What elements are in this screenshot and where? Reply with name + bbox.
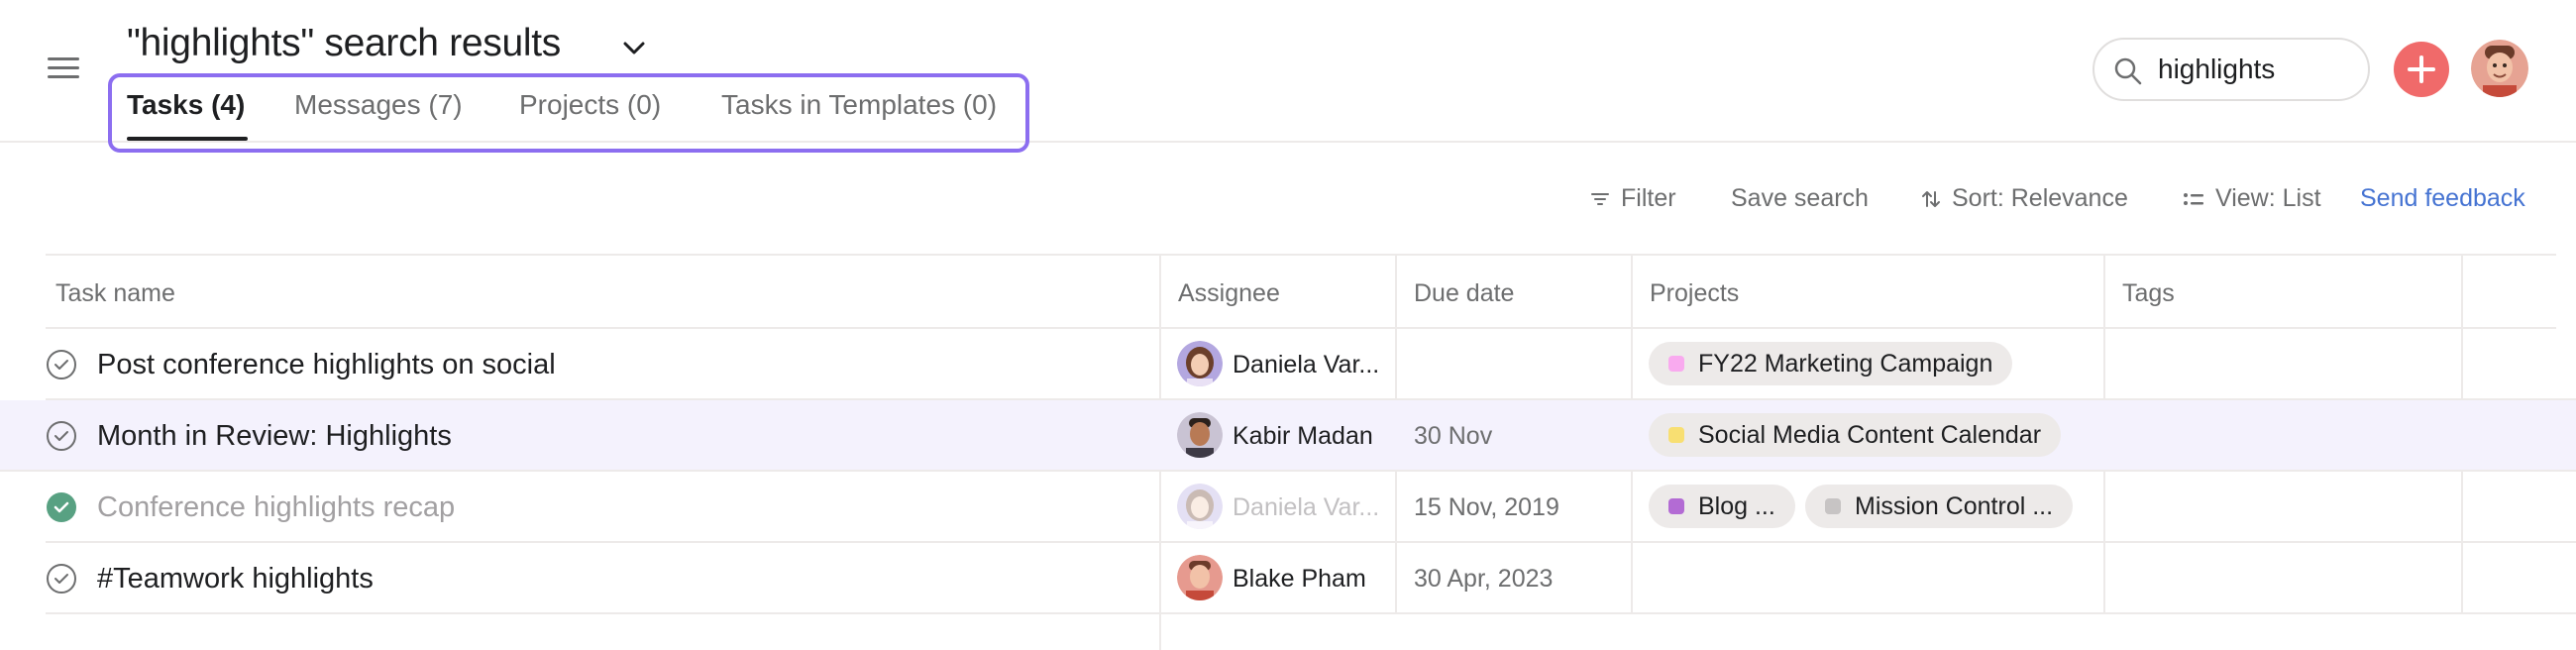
project-color-swatch [1668,498,1684,514]
completed-check-icon[interactable] [46,491,77,523]
task-name[interactable]: #Teamwork highlights [97,563,374,596]
filter-label: Filter [1621,184,1676,212]
assignee-avatar [1177,555,1223,600]
project-color-swatch [1668,356,1684,372]
tab-tasks-in-templates[interactable]: Tasks in Templates (0) [721,89,997,121]
task-name[interactable]: Post conference highlights on social [97,349,556,381]
project-label: Mission Control ... [1855,491,2054,520]
add-button[interactable] [2394,42,2449,97]
save-search-label: Save search [1731,184,1869,212]
view-label: View: List [2215,184,2321,212]
assignee-name[interactable]: Daniela Var... [1233,493,1379,522]
due-date[interactable]: 30 Apr, 2023 [1414,565,1553,594]
column-header-tags[interactable]: Tags [2122,279,2175,308]
incomplete-check-icon[interactable] [46,420,77,452]
search-icon [2114,57,2142,85]
assignee-avatar [1177,341,1223,386]
sort-button[interactable]: Sort: Relevance [1920,184,2128,213]
table-header: Task name Assignee Due date Projects Tag… [46,254,2556,329]
view-button[interactable]: View: List [2182,184,2321,213]
sort-label: Sort: Relevance [1952,184,2128,212]
column-header-projects[interactable]: Projects [1650,279,1739,308]
assignee-avatar [1177,412,1223,458]
incomplete-check-icon[interactable] [46,349,77,380]
due-date[interactable]: 15 Nov, 2019 [1414,493,1559,522]
project-color-swatch [1668,427,1684,443]
search-input[interactable] [2158,54,2356,85]
sort-icon [1922,190,1940,207]
chevron-down-icon[interactable] [616,30,652,65]
table-row[interactable]: Post conference highlights on social Dan… [46,329,2576,400]
project-pill[interactable]: Mission Control ... [1805,485,2074,528]
user-avatar[interactable] [2471,40,2528,97]
hamburger-menu-icon[interactable] [44,52,83,87]
search-box[interactable] [2093,38,2370,101]
project-pill[interactable]: Blog ... [1649,485,1795,528]
due-date[interactable]: 30 Nov [1414,422,1492,451]
assignee-avatar [1177,484,1223,529]
page-header: "highlights" search results Tasks (4) Me… [0,0,2576,153]
assignee-name[interactable]: Blake Pham [1233,565,1366,594]
column-header-task-name[interactable]: Task name [55,279,175,308]
incomplete-check-icon[interactable] [46,563,77,595]
column-header-due-date[interactable]: Due date [1414,279,1514,308]
project-label: Blog ... [1698,491,1775,520]
project-label: Social Media Content Calendar [1698,420,2042,449]
save-search-button[interactable]: Save search [1731,184,1869,213]
send-feedback-label: Send feedback [2360,184,2525,212]
list-view-icon [2184,192,2203,205]
tab-projects[interactable]: Projects (0) [519,89,661,121]
page-title: "highlights" search results [127,22,561,64]
send-feedback-link[interactable]: Send feedback [2360,184,2525,213]
table-row[interactable]: Conference highlights recap Daniela Var.… [46,472,2576,543]
table-row[interactable]: #Teamwork highlights Blake Pham 30 Apr, … [46,543,2576,614]
assignee-name[interactable]: Kabir Madan [1233,422,1373,451]
column-header-assignee[interactable]: Assignee [1178,279,1280,308]
tab-tasks[interactable]: Tasks (4) [127,89,245,121]
project-label: FY22 Marketing Campaign [1698,349,1993,378]
project-pill[interactable]: FY22 Marketing Campaign [1649,342,2013,385]
filter-icon [1591,192,1609,205]
active-tab-indicator [127,137,248,141]
project-color-swatch [1825,498,1841,514]
tab-messages[interactable]: Messages (7) [294,89,463,121]
task-name[interactable]: Conference highlights recap [97,491,455,524]
task-name[interactable]: Month in Review: Highlights [97,420,452,453]
filter-button[interactable]: Filter [1589,184,1676,213]
table-row[interactable]: Month in Review: Highlights Kabir Madan … [0,400,2576,472]
assignee-name[interactable]: Daniela Var... [1233,351,1379,379]
project-pill[interactable]: Social Media Content Calendar [1649,413,2062,457]
